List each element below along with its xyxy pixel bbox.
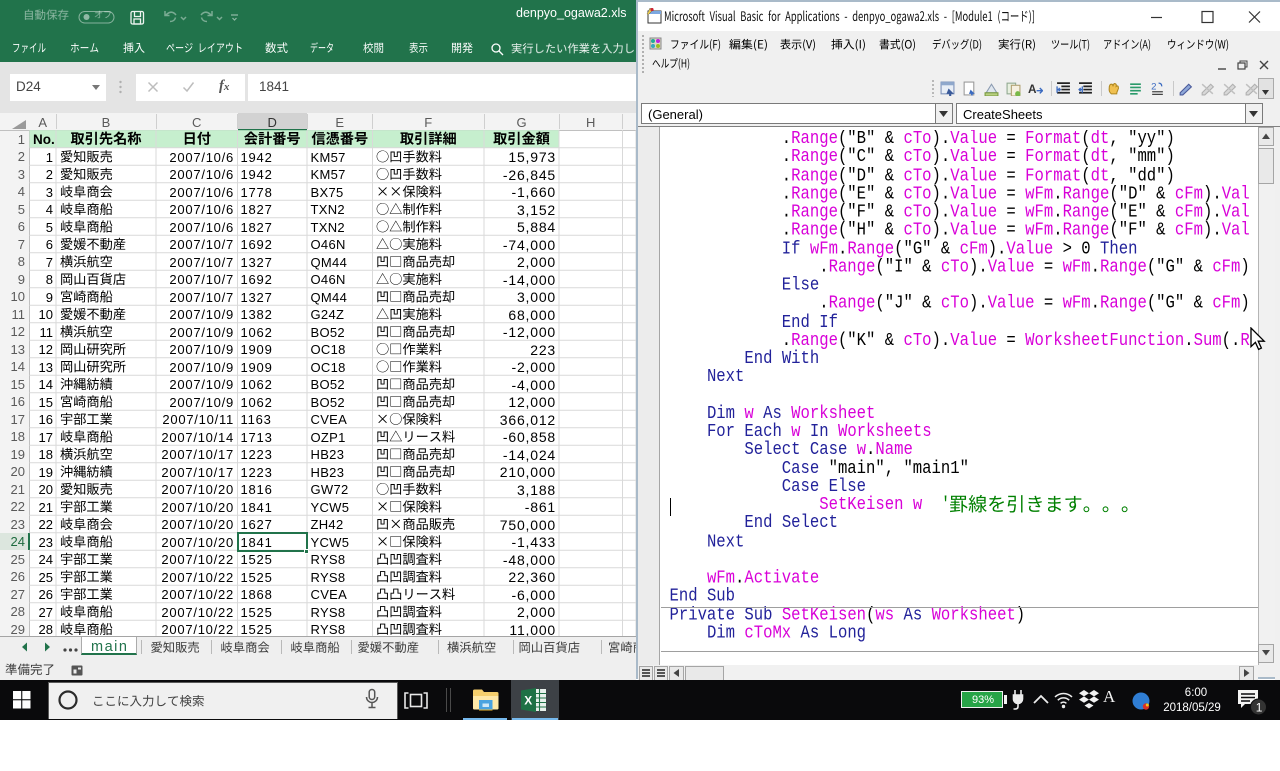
svg-text:A: A — [1028, 83, 1037, 96]
svg-text:2: 2 — [1151, 82, 1156, 93]
svg-text:X: X — [524, 694, 532, 708]
svg-text:1: 1 — [1256, 701, 1263, 715]
